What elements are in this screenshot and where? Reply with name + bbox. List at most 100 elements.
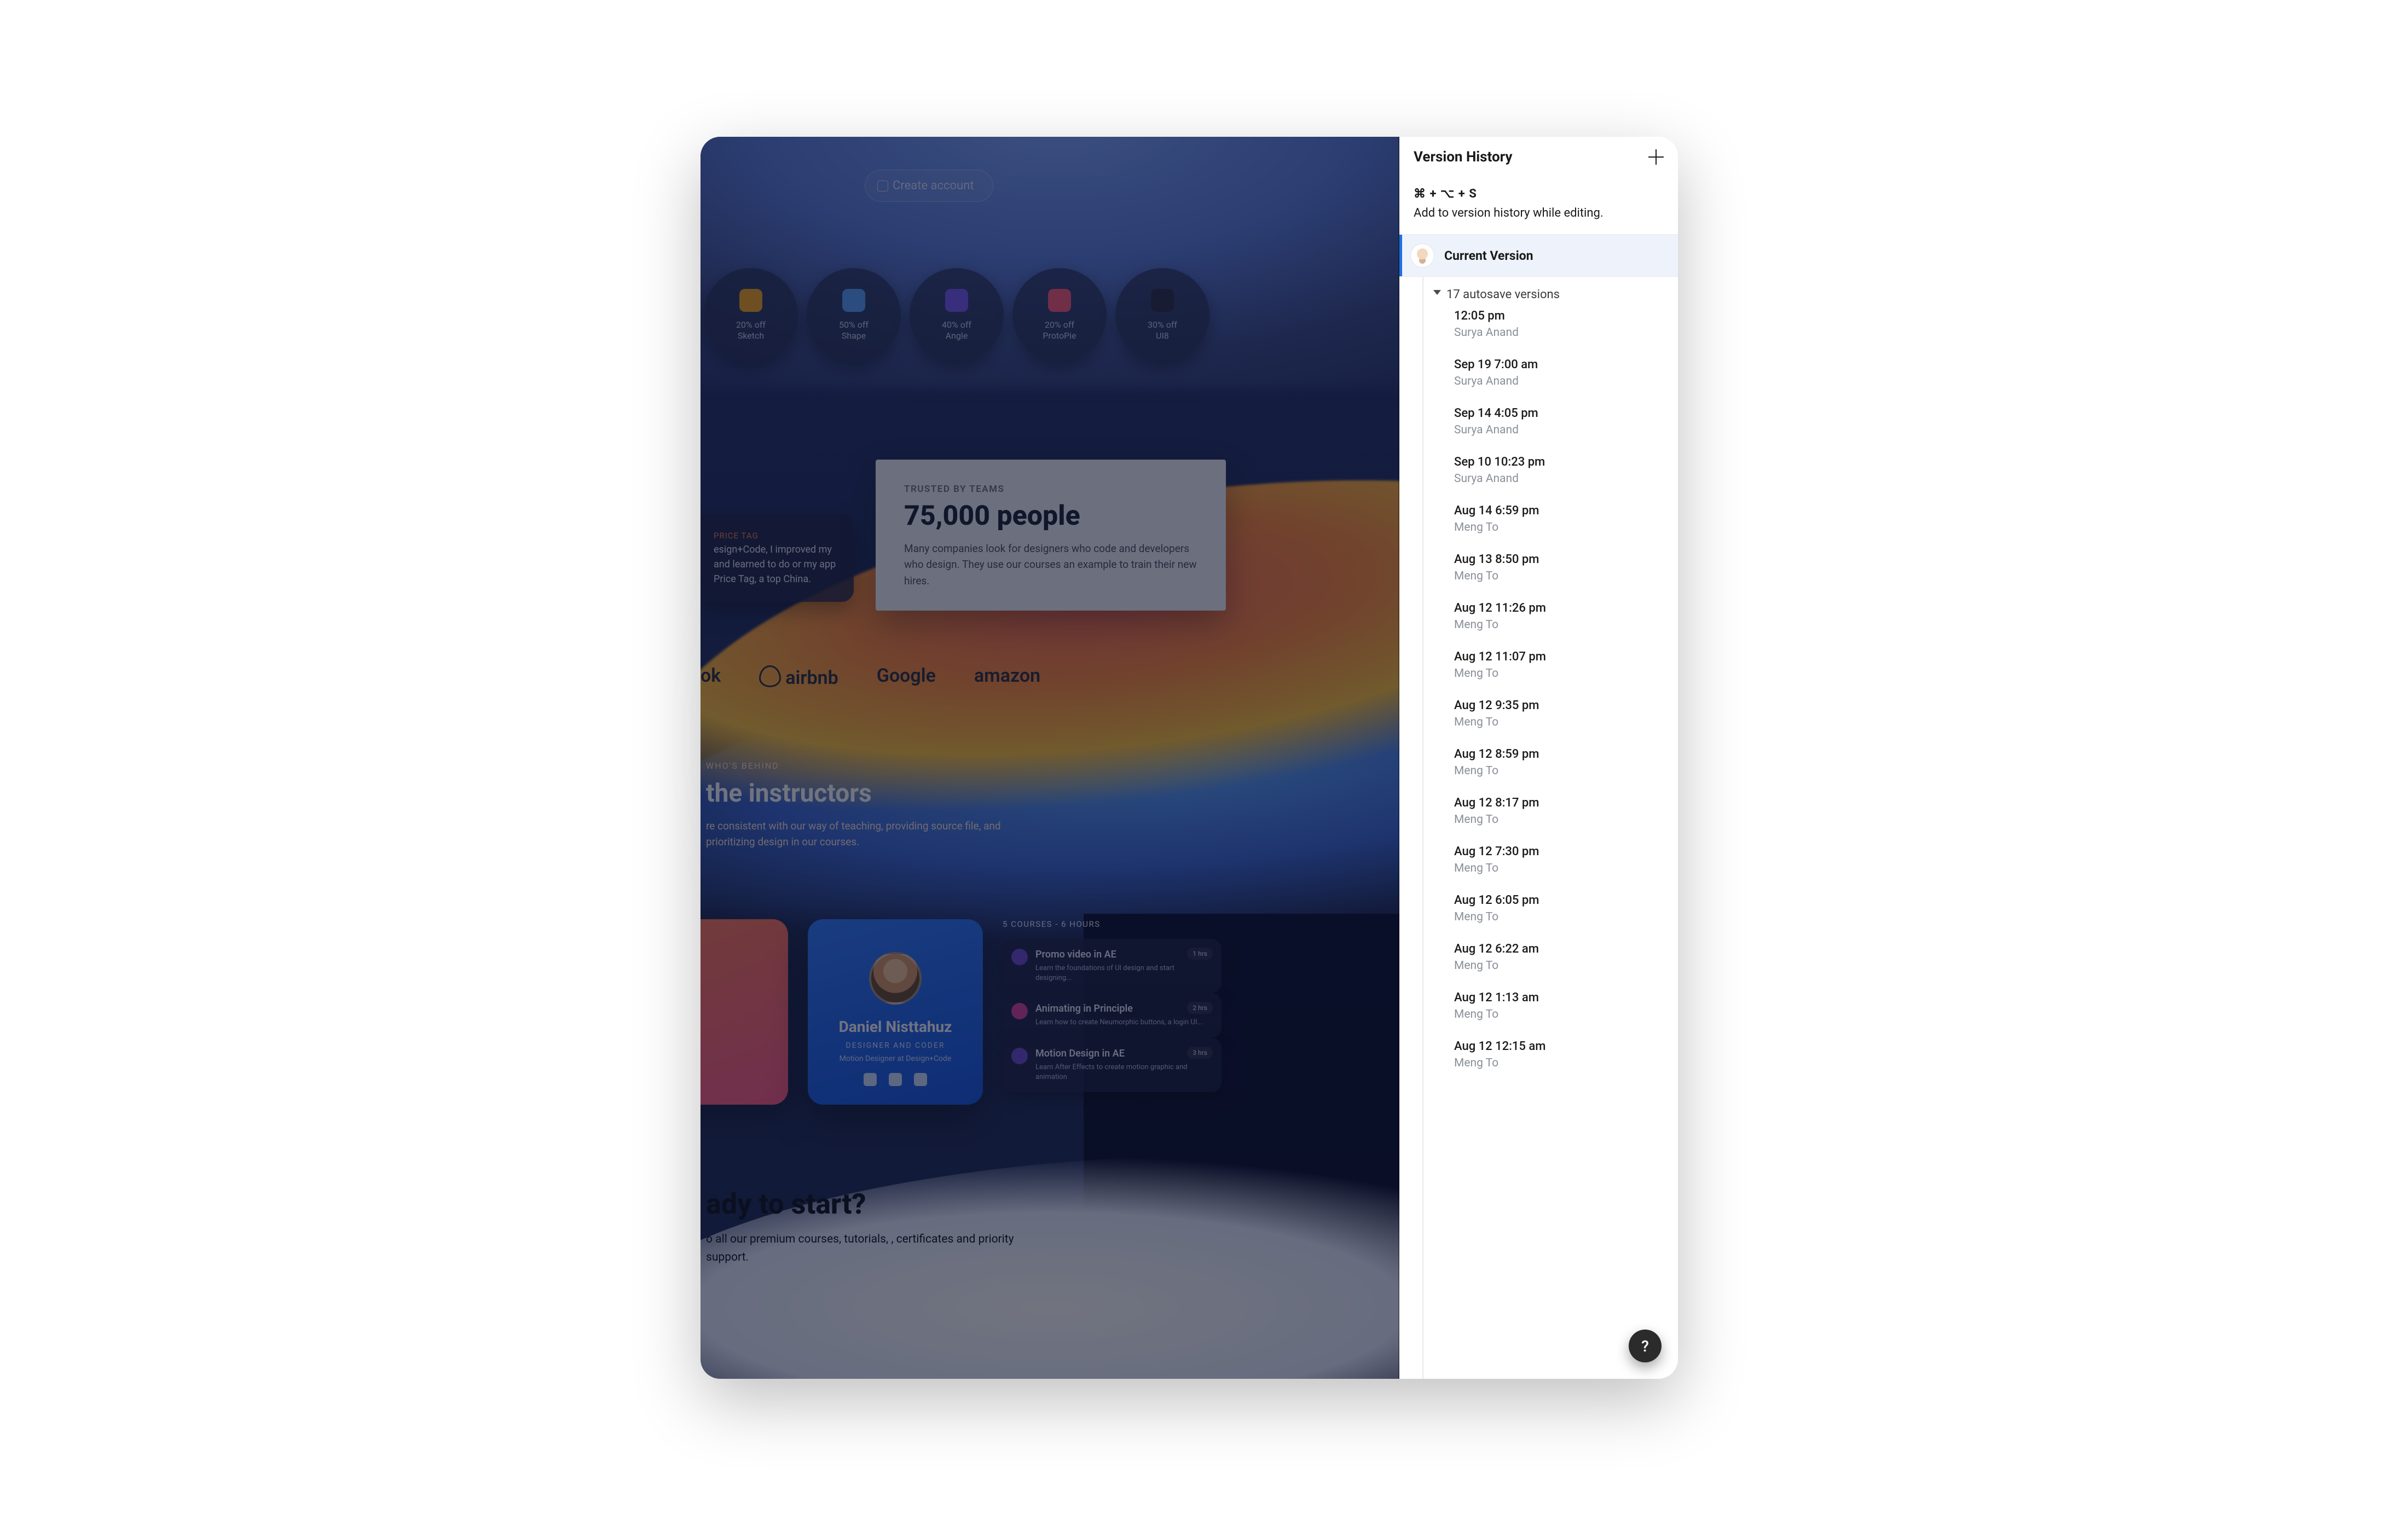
version-time: Aug 12 8:59 pm xyxy=(1454,747,1664,761)
avatar xyxy=(869,952,922,1005)
version-author: Meng To xyxy=(1454,667,1664,680)
dribbble-icon[interactable] xyxy=(889,1073,902,1086)
instructor-card-prev[interactable] xyxy=(701,919,788,1105)
instructors-eyebrow: WHO'S BEHIND xyxy=(706,761,1257,771)
instructors-section: WHO'S BEHIND the instructors re consiste… xyxy=(706,761,1257,850)
version-row[interactable]: Aug 12 11:07 pm Meng To xyxy=(1454,650,1664,680)
version-row[interactable]: Aug 12 8:17 pm Meng To xyxy=(1454,796,1664,826)
promo-chip[interactable]: 20% offSketch xyxy=(704,268,798,362)
promo-chip[interactable]: 40% offAngle xyxy=(910,268,1004,362)
lesson-list: 5 COURSES - 6 HOURS Promo video in AELea… xyxy=(1003,919,1222,1105)
current-version-row[interactable]: Current Version xyxy=(1399,234,1678,277)
promo-line1: 50% off xyxy=(839,320,869,330)
testimonial-label: PRICE TAG xyxy=(714,530,841,542)
promo-row: 20% offSketch50% offShape40% offAngle20%… xyxy=(701,268,1388,362)
lesson-title: Motion Design in AE xyxy=(1035,1048,1212,1059)
version-row[interactable]: Aug 12 7:30 pm Meng To xyxy=(1454,845,1664,875)
version-author: Meng To xyxy=(1454,959,1664,972)
lesson-row[interactable]: Promo video in AELearn the foundations o… xyxy=(1003,939,1222,993)
version-time: Aug 14 6:59 pm xyxy=(1454,504,1664,518)
version-time: Aug 12 7:30 pm xyxy=(1454,845,1664,858)
promo-line2: UI8 xyxy=(1156,330,1169,341)
version-time: Aug 12 11:07 pm xyxy=(1454,650,1664,664)
version-time: Aug 12 8:17 pm xyxy=(1454,796,1664,810)
trusted-body: Many companies look for designers who co… xyxy=(904,541,1202,589)
lesson-row[interactable]: Motion Design in AELearn After Effects t… xyxy=(1003,1038,1222,1092)
version-author: Surya Anand xyxy=(1454,423,1664,437)
version-time: Aug 12 6:05 pm xyxy=(1454,893,1664,907)
version-time: Sep 14 4:05 pm xyxy=(1454,407,1664,420)
version-author: Meng To xyxy=(1454,1057,1664,1070)
version-row[interactable]: Sep 14 4:05 pm Surya Anand xyxy=(1454,407,1664,437)
website-icon[interactable] xyxy=(864,1073,877,1086)
app-icon xyxy=(1048,289,1071,312)
lesson-desc: Learn how to create Neumorphic buttons, … xyxy=(1035,1018,1212,1028)
promo-line2: Angle xyxy=(946,330,968,341)
version-time: Aug 12 1:13 am xyxy=(1454,991,1664,1005)
instructor-card[interactable]: Daniel Nisttahuz DESIGNER AND CODER Moti… xyxy=(808,919,983,1105)
trusted-eyebrow: TRUSTED BY TEAMS xyxy=(904,484,1202,495)
instructor-bio: Motion Designer at Design+Code xyxy=(840,1054,952,1063)
version-author: Surya Anand xyxy=(1454,326,1664,339)
version-row[interactable]: Sep 19 7:00 am Surya Anand xyxy=(1454,358,1664,388)
trusted-headline: 75,000 people xyxy=(904,500,1202,532)
version-row[interactable]: Aug 12 9:35 pm Meng To xyxy=(1454,699,1664,729)
lesson-row[interactable]: Animating in PrincipleLearn how to creat… xyxy=(1003,993,1222,1037)
version-author: Surya Anand xyxy=(1454,375,1664,388)
help-button[interactable]: ? xyxy=(1629,1330,1662,1362)
trusted-card: TRUSTED BY TEAMS 75,000 people Many comp… xyxy=(876,460,1226,611)
promo-chip[interactable]: 30% offUI8 xyxy=(1115,268,1209,362)
panel-title: Version History xyxy=(1414,149,1513,165)
create-account-button[interactable]: Create account xyxy=(865,170,993,202)
instructor-role: DESIGNER AND CODER xyxy=(846,1041,945,1050)
version-time: Aug 12 9:35 pm xyxy=(1454,699,1664,712)
promo-line1: 40% off xyxy=(942,320,971,330)
version-author: Meng To xyxy=(1454,862,1664,875)
autosave-count: 17 autosave versions xyxy=(1446,288,1560,301)
version-time: Sep 10 10:23 pm xyxy=(1454,455,1664,469)
logo-facebook-cut: ok xyxy=(701,665,721,687)
version-row[interactable]: Aug 14 6:59 pm Meng To xyxy=(1454,504,1664,534)
version-row[interactable]: Aug 12 11:26 pm Meng To xyxy=(1454,601,1664,631)
cta-body: o all our premium courses, tutorials, , … xyxy=(706,1231,1056,1266)
version-author: Meng To xyxy=(1454,521,1664,534)
help-icon: ? xyxy=(1641,1337,1649,1355)
version-author: Meng To xyxy=(1454,910,1664,924)
instructors-headline: the instructors xyxy=(706,779,1257,808)
design-canvas[interactable]: Create account 20% offSketch50% offShape… xyxy=(701,137,1399,1379)
promo-chip[interactable]: 20% offProtoPie xyxy=(1012,268,1107,362)
chevron-down-icon xyxy=(1433,290,1441,295)
twitter-icon[interactable] xyxy=(914,1073,927,1086)
version-row[interactable]: Aug 12 6:22 amMeng To xyxy=(1454,942,1664,972)
version-scroller[interactable]: 17 autosave versions 12:05 pm Surya Anand… xyxy=(1399,277,1678,1379)
promo-line2: ProtoPie xyxy=(1043,330,1076,341)
version-row[interactable]: Sep 10 10:23 pmSurya Anand xyxy=(1454,455,1664,485)
autosave-group-toggle[interactable]: 17 autosave versions xyxy=(1399,277,1678,309)
version-time: 12:05 pm xyxy=(1454,309,1664,323)
version-row[interactable]: Aug 13 8:50 pmMeng To xyxy=(1454,553,1664,583)
version-row[interactable]: Aug 12 6:05 pm Meng To xyxy=(1454,893,1664,924)
version-row[interactable]: Aug 12 12:15 amMeng To xyxy=(1454,1040,1664,1070)
shortcut-keys: ⌘ + ⌥ + S xyxy=(1414,187,1664,201)
instructor-cards: Daniel Nisttahuz DESIGNER AND CODER Moti… xyxy=(701,919,1222,1105)
version-row[interactable]: Aug 12 8:59 pm Meng To xyxy=(1454,747,1664,777)
version-author: Meng To xyxy=(1454,764,1664,777)
add-version-button[interactable] xyxy=(1648,149,1664,165)
version-time: Sep 19 7:00 am xyxy=(1454,358,1664,372)
lesson-badge: 3 hrs xyxy=(1187,1047,1213,1059)
version-row[interactable]: Aug 12 1:13 amMeng To xyxy=(1454,991,1664,1021)
promo-chip[interactable]: 50% offShape xyxy=(807,268,901,362)
promo-line1: 20% off xyxy=(1045,320,1074,330)
version-author: Meng To xyxy=(1454,618,1664,631)
logo-amazon: amazon xyxy=(974,665,1040,687)
testimonial-card: PRICE TAG esign+Code, I improved my and … xyxy=(701,514,854,602)
version-author: Meng To xyxy=(1454,813,1664,826)
app-icon xyxy=(739,289,762,312)
lesson-badge: 2 hrs xyxy=(1187,1002,1213,1014)
social-row xyxy=(864,1073,927,1086)
app-icon xyxy=(1151,289,1174,312)
version-author: Meng To xyxy=(1454,716,1664,729)
version-time: Aug 12 11:26 pm xyxy=(1454,601,1664,615)
logo-row: ok airbnb Google amazon xyxy=(701,662,1279,689)
version-row[interactable]: 12:05 pm Surya Anand xyxy=(1454,309,1664,339)
